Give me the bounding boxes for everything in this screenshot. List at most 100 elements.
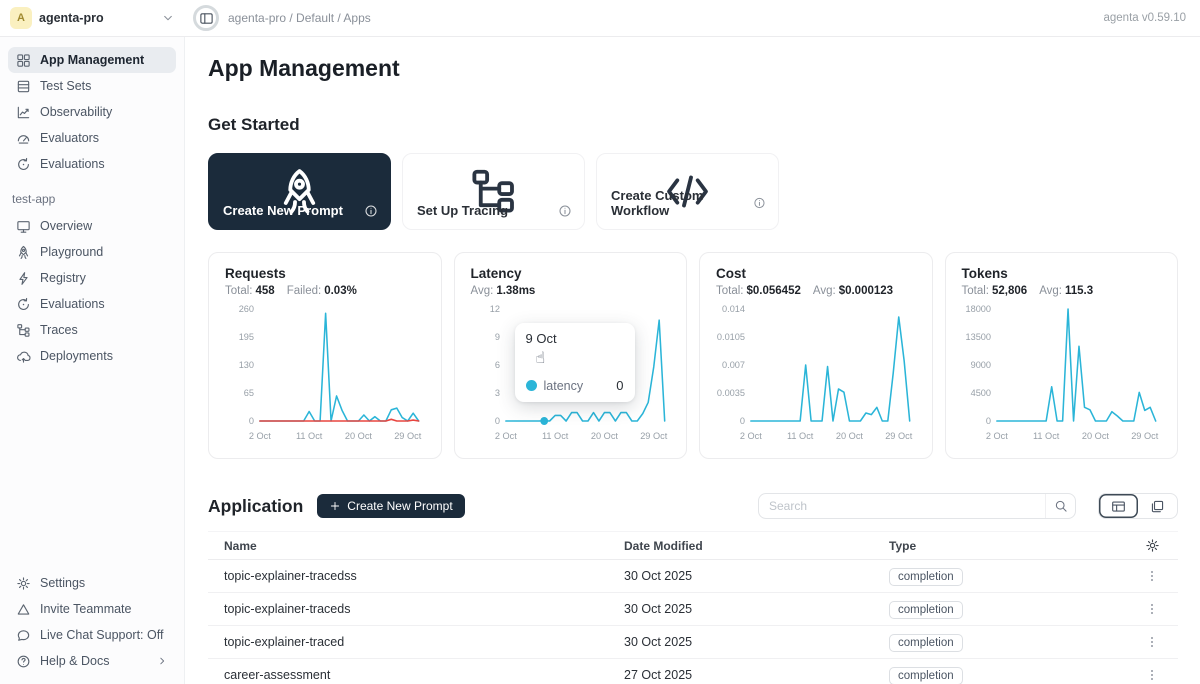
sidebar-item-evaluators[interactable]: Evaluators — [8, 125, 176, 151]
svg-text:2 Oct: 2 Oct — [494, 431, 516, 441]
chart-plot[interactable]: 0651301952602 Oct11 Oct20 Oct29 Oct — [225, 299, 425, 447]
grid-icon — [16, 53, 31, 68]
sidebar-collapse-button[interactable] — [193, 5, 219, 31]
table-row[interactable]: topic-explainer-traceds30 Oct 2025comple… — [208, 593, 1178, 626]
sidebar-item-label: Settings — [40, 576, 85, 590]
sidebar-item-label: Deployments — [40, 349, 113, 363]
sidebar-item-app-management[interactable]: App Management — [8, 47, 176, 73]
table-body: topic-explainer-tracedss30 Oct 2025compl… — [208, 560, 1178, 684]
metric-card-latency: LatencyAvg:1.38ms0369122 Oct11 Oct20 Oct… — [454, 252, 688, 459]
sidebar-item-label: Evaluators — [40, 131, 99, 145]
sidebar-item-overview[interactable]: Overview — [8, 213, 176, 239]
sidebar-item-evaluations[interactable]: Evaluations — [8, 291, 176, 317]
chart-icon — [16, 105, 31, 120]
info-icon[interactable] — [753, 196, 766, 210]
search-box — [758, 493, 1076, 519]
tooltip-value: 0 — [616, 378, 623, 393]
card-label: Set Up Tracing — [417, 203, 508, 218]
svg-text:260: 260 — [239, 304, 254, 314]
row-actions-button[interactable] — [1143, 666, 1161, 684]
chart-title: Requests — [225, 266, 425, 281]
table-settings-gear-icon[interactable] — [1145, 538, 1160, 553]
table-view-button[interactable] — [1099, 494, 1138, 518]
sidebar-item-test-sets[interactable]: Test Sets — [8, 73, 176, 99]
sidebar-item-help-docs[interactable]: Help & Docs — [8, 648, 176, 674]
svg-text:18000: 18000 — [965, 304, 991, 314]
chevron-down-icon[interactable] — [161, 11, 175, 25]
sidebar-item-invite-teammate[interactable]: Invite Teammate — [8, 596, 176, 622]
svg-text:9: 9 — [494, 332, 499, 342]
cursor-hand-icon: ☝ — [536, 348, 546, 367]
sidebar-item-settings[interactable]: Settings — [8, 570, 176, 596]
legend-dot — [526, 380, 537, 391]
sidebar-item-observability[interactable]: Observability — [8, 99, 176, 125]
sidebar-footer-nav: Settings Invite Teammate Live Chat Support… — [8, 570, 176, 674]
info-icon[interactable] — [558, 204, 572, 218]
create-custom-workflow-card[interactable]: Create Custom Workflow — [596, 153, 779, 230]
sidebar-item-label: Live Chat Support: Off — [40, 628, 163, 642]
chart-plot[interactable]: 00.00350.0070.01050.0142 Oct11 Oct20 Oct… — [716, 299, 916, 447]
bolt-icon — [16, 271, 31, 286]
sidebar-item-label: Help & Docs — [40, 654, 109, 668]
sidebar-item-label: Observability — [40, 105, 112, 119]
create-new-prompt-button[interactable]: Create New Prompt — [317, 494, 464, 518]
tooltip-series-name: latency — [544, 379, 584, 393]
card-view-button[interactable] — [1138, 494, 1177, 518]
sidebar-item-evaluations[interactable]: Evaluations — [8, 151, 176, 177]
sidebar: App Management Test Sets Observability Eval… — [0, 37, 185, 684]
chat-icon — [16, 628, 31, 643]
monitor-icon — [16, 219, 31, 234]
chart-plot[interactable]: 04500900013500180002 Oct11 Oct20 Oct29 O… — [962, 299, 1162, 447]
sidebar-item-playground[interactable]: Playground — [8, 239, 176, 265]
sidebar-item-label: App Management — [40, 53, 144, 67]
row-actions-button[interactable] — [1143, 567, 1161, 585]
table-row[interactable]: topic-explainer-traced30 Oct 2025complet… — [208, 626, 1178, 659]
stat: Avg:1.38ms — [471, 285, 536, 297]
sidebar-item-registry[interactable]: Registry — [8, 265, 176, 291]
breadcrumb[interactable]: agenta-pro / Default / Apps — [228, 11, 371, 25]
tooltip-legend-row: latency 0 — [526, 378, 624, 393]
svg-text:4500: 4500 — [970, 388, 990, 398]
card-view-icon — [1150, 499, 1165, 514]
svg-text:2 Oct: 2 Oct — [740, 431, 762, 441]
svg-text:11 Oct: 11 Oct — [296, 431, 323, 441]
svg-text:195: 195 — [239, 332, 254, 342]
stat: Total:52,806 — [962, 285, 1028, 297]
refresh-icon — [16, 157, 31, 172]
search-button[interactable] — [1045, 494, 1075, 518]
search-icon — [1054, 499, 1068, 513]
svg-text:0: 0 — [985, 416, 990, 426]
svg-text:6: 6 — [494, 360, 499, 370]
chart-tooltip: 9 Oct☝latency0 — [515, 323, 635, 402]
create-new-prompt-card[interactable]: Create New Prompt — [208, 153, 391, 230]
sidebar-item-label: Overview — [40, 219, 92, 233]
set-up-tracing-card[interactable]: Set Up Tracing — [402, 153, 585, 230]
svg-text:65: 65 — [244, 388, 254, 398]
sidebar-item-deployments[interactable]: Deployments — [8, 343, 176, 369]
info-icon[interactable] — [364, 204, 378, 218]
application-header: Application Create New Prompt — [208, 493, 1178, 519]
table-row[interactable]: topic-explainer-tracedss30 Oct 2025compl… — [208, 560, 1178, 593]
card-label: Create Custom Workflow — [611, 188, 753, 218]
chart-title: Latency — [471, 266, 671, 281]
svg-text:29 Oct: 29 Oct — [1131, 431, 1158, 441]
metric-card-requests: RequestsTotal:458Failed:0.03%06513019526… — [208, 252, 442, 459]
sidebar-item-live-chat-support-off[interactable]: Live Chat Support: Off — [8, 622, 176, 648]
svg-text:13500: 13500 — [965, 332, 991, 342]
workspace-avatar: A — [10, 7, 32, 29]
search-input[interactable] — [759, 499, 1045, 513]
sidebar-item-traces[interactable]: Traces — [8, 317, 176, 343]
table-view-icon — [1111, 499, 1126, 514]
sidebar-item-label: Playground — [40, 245, 103, 259]
table-row[interactable]: career-assessment27 Oct 2025completion — [208, 659, 1178, 684]
row-actions-button[interactable] — [1143, 633, 1161, 651]
app-name: topic-explainer-traced — [224, 635, 624, 649]
sidebar-app-nav: Overview Playground RegistryEvaluationsTra… — [8, 213, 176, 369]
cloud-icon — [16, 349, 31, 364]
row-actions-button[interactable] — [1143, 600, 1161, 618]
stat: Total:$0.056452 — [716, 285, 801, 297]
column-date-modified: Date Modified — [624, 539, 889, 553]
workspace-selector[interactable]: A agenta-pro — [0, 7, 185, 29]
stat: Avg:115.3 — [1039, 285, 1093, 297]
svg-text:3: 3 — [494, 388, 499, 398]
